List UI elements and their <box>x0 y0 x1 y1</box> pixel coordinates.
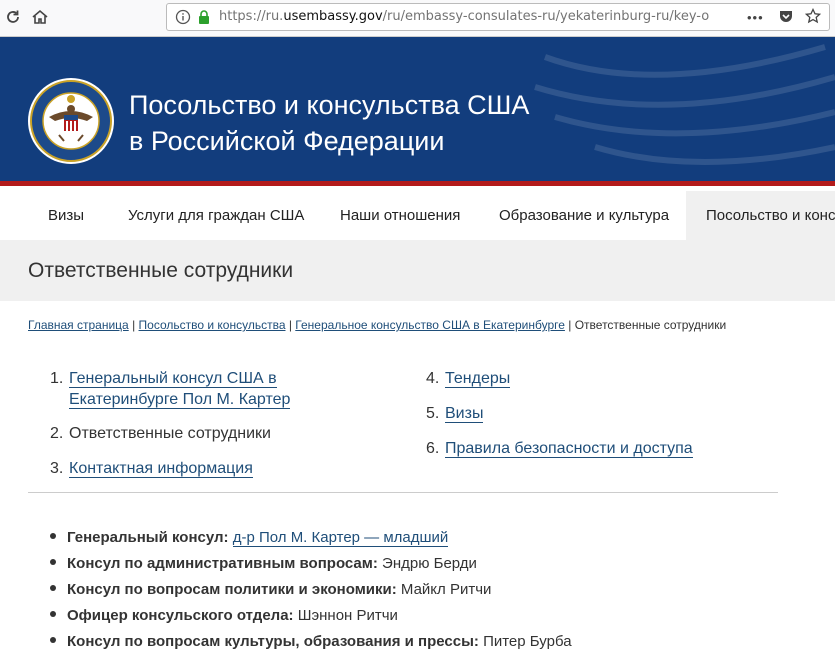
reload-icon[interactable] <box>2 6 24 28</box>
toc-item-security-rules: 6. Правила безопасности и доступа <box>426 438 766 460</box>
site-header: Посольство и консульства США в Российско… <box>0 37 835 186</box>
home-icon[interactable] <box>29 6 51 28</box>
breadcrumb-home-link[interactable]: Главная страница <box>28 318 129 332</box>
staff-item: Консул по вопросам политики и экономики:… <box>50 580 491 600</box>
toc-number: 6. <box>426 440 440 457</box>
page-actions-icon[interactable]: ••• <box>747 10 764 25</box>
content-divider <box>28 492 778 493</box>
toc-current-key-officers: Ответственные сотрудники <box>69 425 271 442</box>
staff-name: Эндрю Берди <box>382 555 477 572</box>
toc-number: 2. <box>50 425 64 442</box>
header-accent-stripe <box>0 181 835 186</box>
pocket-icon[interactable] <box>778 8 794 29</box>
breadcrumb-embassy-link[interactable]: Посольство и консульства <box>139 318 286 332</box>
nav-item-embassy-consulates[interactable]: Посольство и консульства <box>686 191 835 240</box>
main-navigation: Визы Услуги для граждан США Наши отношен… <box>0 191 835 240</box>
staff-item: Консул по вопросам культуры, образования… <box>50 632 572 652</box>
toc-number: 3. <box>50 460 64 477</box>
department-of-state-seal[interactable] <box>27 77 115 165</box>
staff-name: Питер Бурба <box>483 633 572 650</box>
staff-item: Генеральный консул: д-р Пол М. Картер — … <box>50 528 449 548</box>
breadcrumb-separator: | <box>285 318 296 332</box>
lock-icon[interactable] <box>196 9 212 25</box>
nav-item-us-citizen-services[interactable]: Услуги для граждан США <box>106 191 326 240</box>
breadcrumb-current: Ответственные сотрудники <box>574 318 727 332</box>
staff-role: Консул по вопросам политики и экономики: <box>67 581 397 598</box>
eagle-wing-watermark <box>534 44 835 165</box>
staff-role: Офицер консульского отдела: <box>67 607 294 624</box>
toc-item-contact-info: 3. Контактная информация <box>50 458 350 480</box>
url-text[interactable]: https://ru.usembassy.gov/ru/embassy-cons… <box>219 9 709 24</box>
site-title[interactable]: Посольство и консульства США в Российско… <box>129 87 529 159</box>
staff-name-link[interactable]: д-р Пол М. Картер — младший <box>232 529 449 547</box>
page-title: Ответственные сотрудники <box>28 259 294 282</box>
toc-link-contact-info[interactable]: Контактная информация <box>69 460 253 478</box>
breadcrumb: Главная страница | Посольство и консульс… <box>28 318 726 332</box>
site-title-line1: Посольство и консульства США <box>129 90 530 120</box>
toc-item-visas: 5. Визы <box>426 403 726 425</box>
breadcrumb-separator: | <box>564 318 575 332</box>
staff-item: Консул по административным вопросам: Энд… <box>50 554 477 574</box>
toc-item-consul-general: 1. Генеральный консул США в Екатеринбург… <box>50 368 350 412</box>
toc-number: 1. <box>50 370 64 387</box>
info-icon[interactable] <box>175 9 191 25</box>
bullet-icon <box>50 585 56 592</box>
toc-number: 4. <box>426 370 440 387</box>
bullet-icon <box>50 559 56 566</box>
bullet-icon <box>50 637 56 644</box>
toc-link-consul-general[interactable]: Генеральный консул США в <box>69 370 277 388</box>
address-bar[interactable]: https://ru.usembassy.gov/ru/embassy-cons… <box>166 3 830 31</box>
staff-name: Шэннон Ритчи <box>297 607 398 624</box>
breadcrumb-separator: | <box>128 318 139 332</box>
staff-role: Консул по административным вопросам: <box>67 555 378 572</box>
staff-name: Майкл Ритчи <box>400 581 492 598</box>
site-title-line2: в Российской Федерации <box>129 126 445 156</box>
toc-link-visas[interactable]: Визы <box>445 405 484 423</box>
nav-item-visas[interactable]: Визы <box>26 191 106 240</box>
browser-toolbar: https://ru.usembassy.gov/ru/embassy-cons… <box>0 0 835 37</box>
toc-link-tenders[interactable]: Тендеры <box>445 370 511 388</box>
staff-item: Офицер консульского отдела: Шэннон Ритчи <box>50 606 398 626</box>
bookmark-star-icon[interactable] <box>804 7 822 29</box>
toc-link-security-rules[interactable]: Правила безопасности и доступа <box>445 440 693 458</box>
nav-item-education-culture[interactable]: Образование и культура <box>477 191 691 240</box>
toc-link-consul-general-line2[interactable]: Екатеринбурге Пол М. Картер <box>69 391 291 409</box>
bullet-icon <box>50 611 56 618</box>
breadcrumb-consulate-link[interactable]: Генеральное консульство США в Екатеринбу… <box>295 318 565 332</box>
bullet-icon <box>50 533 56 540</box>
toc-item-tenders: 4. Тендеры <box>426 368 726 390</box>
staff-role: Консул по вопросам культуры, образования… <box>67 633 479 650</box>
nav-item-our-relationship[interactable]: Наши отношения <box>318 191 482 240</box>
staff-role: Генеральный консул: <box>67 529 229 546</box>
toc-number: 5. <box>426 405 440 422</box>
toc-item-key-officers: 2. Ответственные сотрудники <box>50 423 350 445</box>
